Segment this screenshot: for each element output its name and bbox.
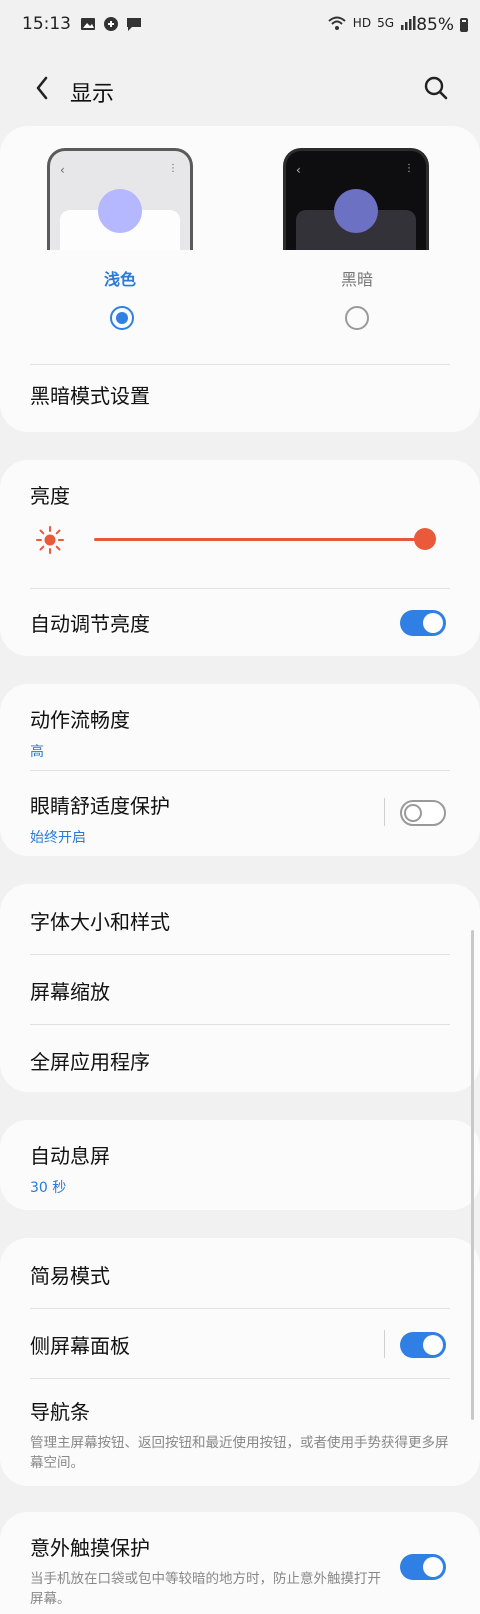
battery-percent: 85% [416, 15, 454, 35]
network-5g-indicator: 5G [377, 16, 394, 30]
signal-icon [401, 16, 416, 30]
message-icon [127, 17, 141, 31]
preview-bubble [334, 189, 378, 233]
preview-more-icon: ⋮ [404, 163, 414, 174]
divider [30, 954, 450, 955]
search-icon [424, 76, 448, 100]
eye-comfort-label: 眼睛舒适度保护 [30, 794, 170, 818]
accidental-touch-item[interactable]: 意外触摸保护 当手机放在口袋或包中等较暗的地方时，防止意外触摸打开屏幕。 [30, 1532, 390, 1609]
preview-more-icon: ⋮ [168, 163, 178, 174]
motion-eye-card: 动作流畅度 高 眼睛舒适度保护 始终开启 [0, 684, 480, 856]
scrollbar[interactable] [471, 930, 474, 1420]
notification-icons [80, 16, 142, 32]
divider [30, 1024, 450, 1025]
motion-smoothness-item[interactable]: 动作流畅度 高 [30, 704, 450, 761]
light-mode-preview[interactable]: ‹ ⋮ [47, 148, 193, 250]
brightness-slider-track[interactable] [94, 538, 424, 541]
toggle-knob [423, 1557, 443, 1577]
divider [30, 364, 450, 365]
advanced-card: 简易模式 侧屏幕面板 导航条 管理主屏幕按钮、返回按钮和最近使用按钮，或者使用手… [0, 1238, 480, 1486]
page-title: 显示 [70, 82, 115, 107]
accidental-touch-card: 意外触摸保护 当手机放在口袋或包中等较暗的地方时，防止意外触摸打开屏幕。 [0, 1512, 480, 1614]
screen-timeout-item[interactable]: 自动息屏 30 秒 [30, 1140, 450, 1197]
preview-bubble [98, 189, 142, 233]
navigation-bar-item[interactable]: 导航条 管理主屏幕按钮、返回按钮和最近使用按钮，或者使用手势获得更多屏幕空间。 [30, 1396, 450, 1473]
toggle-knob [404, 804, 422, 822]
app-bar: 显示 [0, 56, 480, 126]
brightness-label: 亮度 [30, 484, 70, 508]
screen-zoom-item[interactable]: 屏幕缩放 [30, 976, 450, 1005]
adaptive-brightness-toggle[interactable] [400, 610, 446, 636]
accidental-touch-label: 意外触摸保护 [30, 1536, 150, 1560]
dark-mode-preview[interactable]: ‹ ⋮ [283, 148, 429, 250]
app-notification-icon [104, 17, 118, 31]
edge-panels-item[interactable]: 侧屏幕面板 [30, 1330, 450, 1359]
back-button[interactable] [26, 68, 66, 108]
divider [30, 770, 450, 771]
status-time: 15:13 [22, 14, 71, 34]
status-bar: 15:13 HD 5G 85% [0, 0, 480, 56]
brightness-card: 亮度 自动调节亮度 [0, 460, 480, 656]
dark-mode-radio[interactable] [345, 306, 369, 330]
screen-timeout-card: 自动息屏 30 秒 [0, 1120, 480, 1210]
motion-smoothness-value: 高 [30, 744, 44, 760]
dark-mode-label: 黑暗 [341, 270, 374, 289]
edge-panels-toggle[interactable] [400, 1332, 446, 1358]
eye-comfort-item[interactable]: 眼睛舒适度保护 始终开启 [30, 790, 450, 847]
chevron-left-icon [36, 76, 48, 100]
divider [30, 1308, 450, 1309]
connectivity-icons: HD 5G [327, 15, 416, 31]
adaptive-brightness-label[interactable]: 自动调节亮度 [30, 608, 450, 637]
vertical-divider [384, 798, 385, 826]
font-size-style-item[interactable]: 字体大小和样式 [30, 906, 450, 935]
eye-comfort-toggle[interactable] [400, 800, 446, 826]
navigation-bar-label: 导航条 [30, 1400, 90, 1424]
display-options-card: 字体大小和样式 屏幕缩放 全屏应用程序 [0, 884, 480, 1092]
hd-indicator: HD [352, 16, 372, 30]
light-mode-label: 浅色 [104, 270, 137, 289]
gallery-icon [81, 18, 95, 30]
vertical-divider [384, 1330, 385, 1358]
wifi-icon [328, 16, 346, 30]
preview-back-icon: ‹ [296, 163, 301, 177]
fullscreen-apps-item[interactable]: 全屏应用程序 [30, 1046, 450, 1075]
search-button[interactable] [416, 68, 456, 108]
eye-comfort-value: 始终开启 [30, 830, 86, 846]
toggle-knob [423, 613, 443, 633]
preview-back-icon: ‹ [60, 163, 65, 177]
accidental-touch-description: 当手机放在口袋或包中等较暗的地方时，防止意外触摸打开屏幕。 [30, 1571, 381, 1607]
light-mode-radio[interactable] [110, 306, 134, 330]
divider [30, 1378, 450, 1379]
brightness-slider-thumb[interactable] [414, 528, 436, 550]
sun-icon [36, 526, 64, 554]
toggle-knob [423, 1335, 443, 1355]
divider [30, 588, 450, 589]
theme-card: ‹ ⋮ ‹ ⋮ 浅色 黑暗 黑暗模式设置 [0, 126, 480, 432]
battery-icon [460, 18, 468, 32]
motion-smoothness-label: 动作流畅度 [30, 708, 130, 732]
accidental-touch-toggle[interactable] [400, 1554, 446, 1580]
navigation-bar-description: 管理主屏幕按钮、返回按钮和最近使用按钮，或者使用手势获得更多屏幕空间。 [30, 1435, 449, 1471]
easy-mode-item[interactable]: 简易模式 [30, 1260, 450, 1289]
screen-timeout-label: 自动息屏 [30, 1144, 110, 1168]
dark-mode-settings-item[interactable]: 黑暗模式设置 [30, 380, 450, 409]
screen-timeout-value: 30 秒 [30, 1180, 67, 1196]
